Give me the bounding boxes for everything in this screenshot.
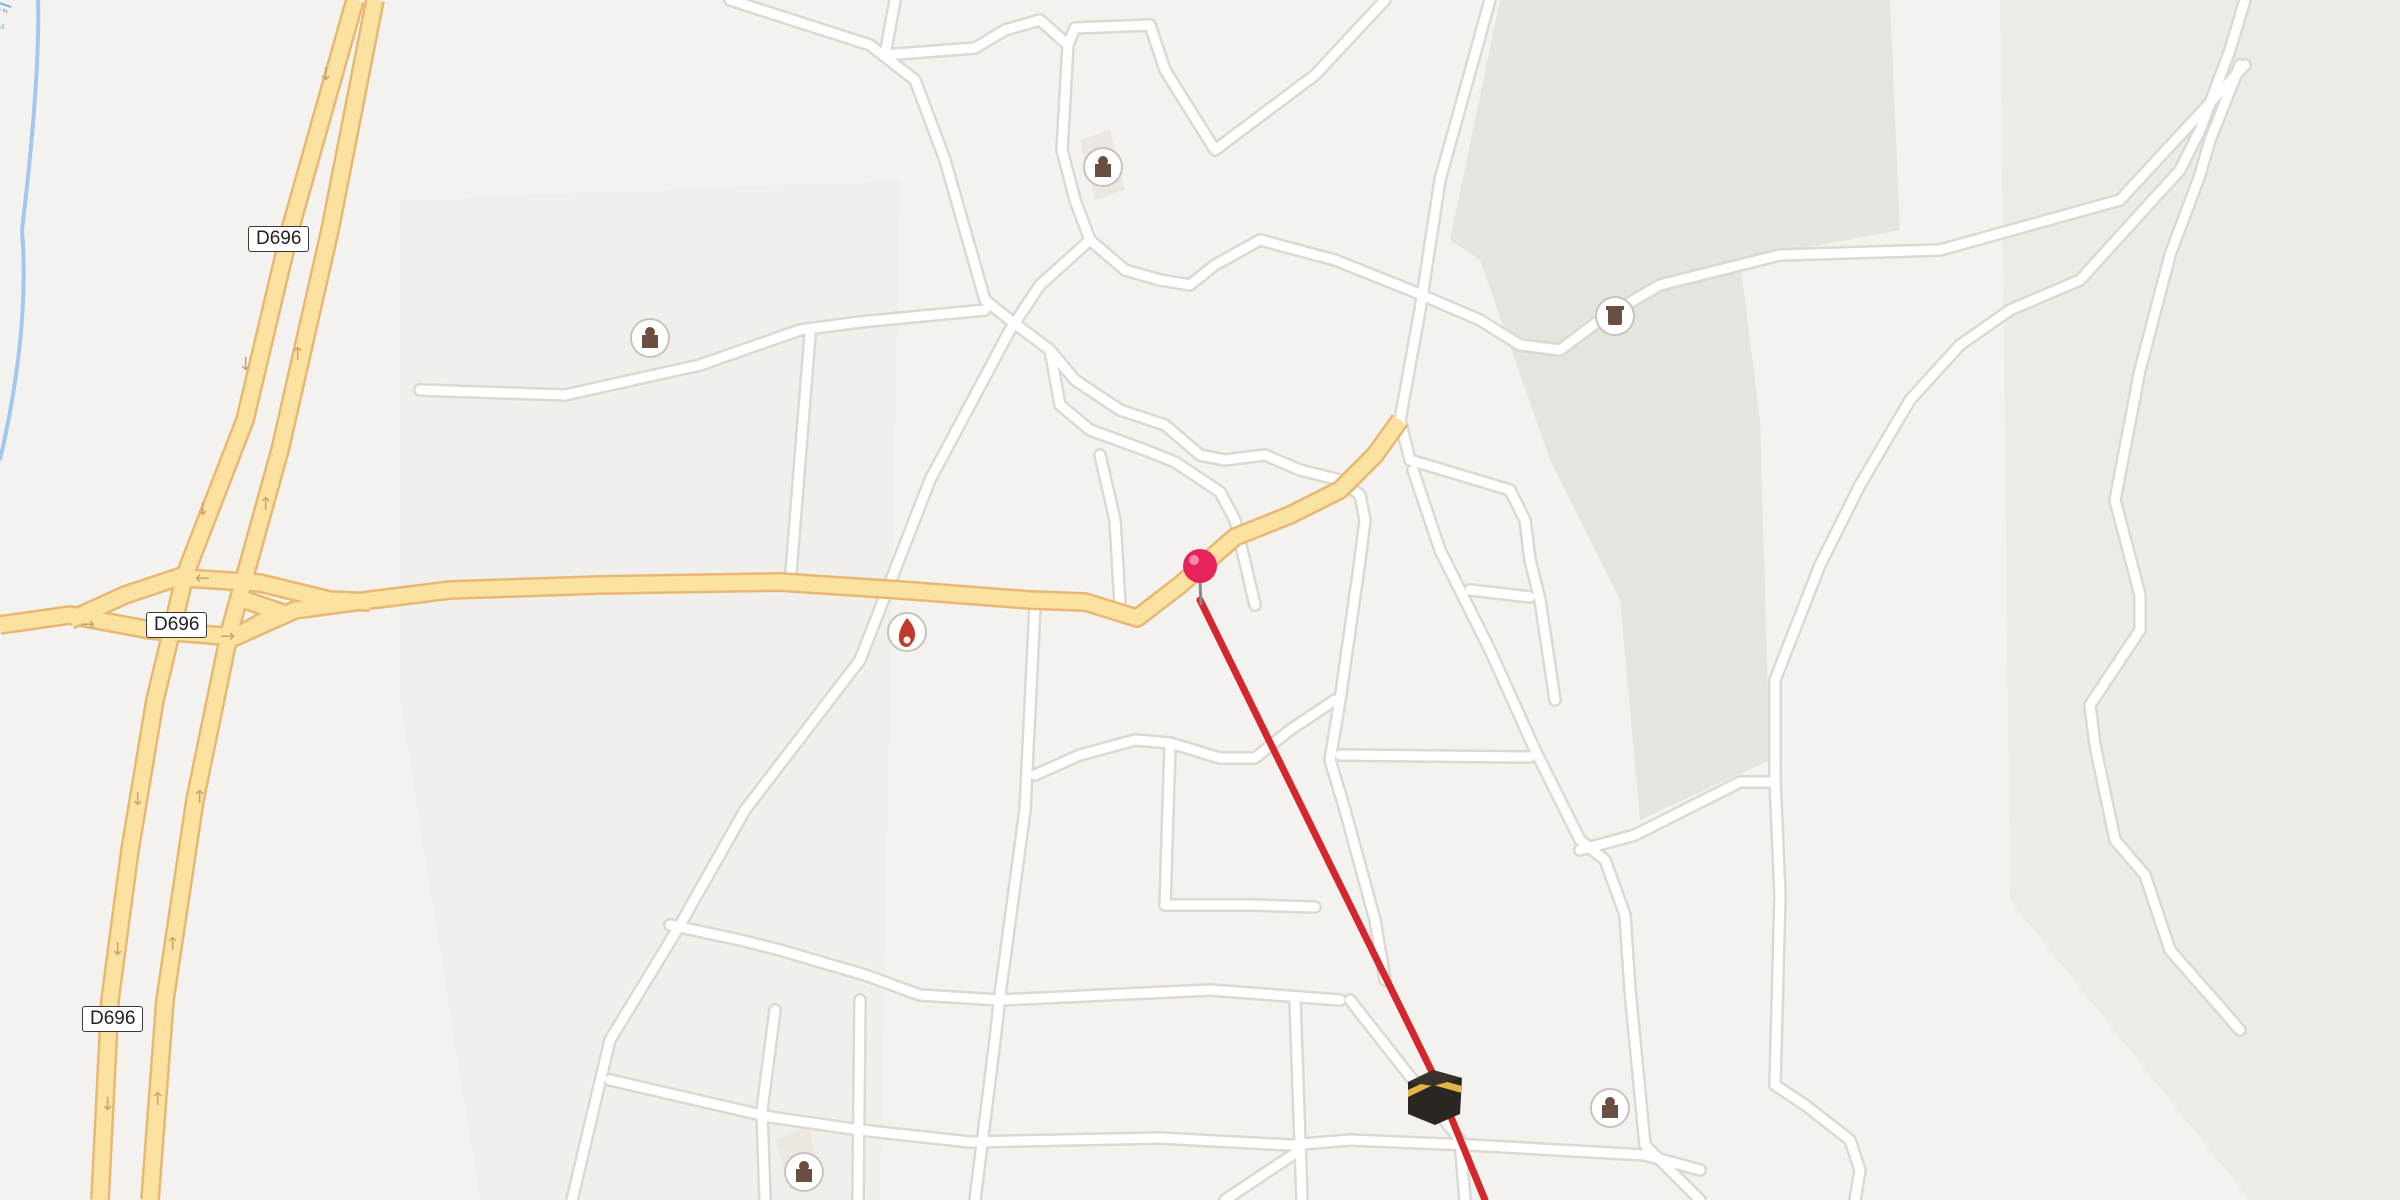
place-of-worship-icon[interactable]	[784, 1152, 824, 1192]
svg-text:↓: ↓	[195, 499, 210, 520]
road-label-d696: D696	[248, 226, 310, 252]
cemetery-icon[interactable]	[1595, 296, 1635, 336]
road-label-d696: D696	[146, 612, 208, 638]
svg-text:↓: ↓	[110, 939, 125, 960]
fire-station-icon[interactable]	[887, 612, 927, 652]
svg-text:→: →	[220, 626, 235, 647]
road-label-d696: D696	[82, 1006, 144, 1032]
place-of-worship-icon[interactable]	[1590, 1088, 1630, 1128]
svg-text:↑: ↑	[258, 494, 273, 515]
svg-text:↑: ↑	[290, 344, 305, 365]
map-layer: ↓ ↓ ↓ ↓ ↓ ↓ ↑ ↑ ↑ ↑ ↑ ← → →	[0, 0, 2400, 1200]
map-canvas[interactable]: ↓ ↓ ↓ ↓ ↓ ↓ ↑ ↑ ↑ ↑ ↑ ← → → ﺔﻴﺋﺍ D696 D6…	[0, 0, 2400, 1200]
svg-text:↓: ↓	[100, 1094, 115, 1115]
place-of-worship-icon[interactable]	[630, 318, 670, 358]
svg-text:↑: ↑	[150, 1089, 165, 1110]
place-of-worship-icon[interactable]	[1083, 147, 1123, 187]
svg-text:↑: ↑	[165, 934, 180, 955]
svg-text:←: ←	[195, 568, 210, 589]
svg-text:→: →	[80, 614, 95, 635]
svg-text:↓: ↓	[130, 789, 145, 810]
svg-text:↓: ↓	[238, 354, 253, 375]
svg-text:↓: ↓	[318, 64, 333, 85]
svg-text:↑: ↑	[192, 787, 207, 808]
